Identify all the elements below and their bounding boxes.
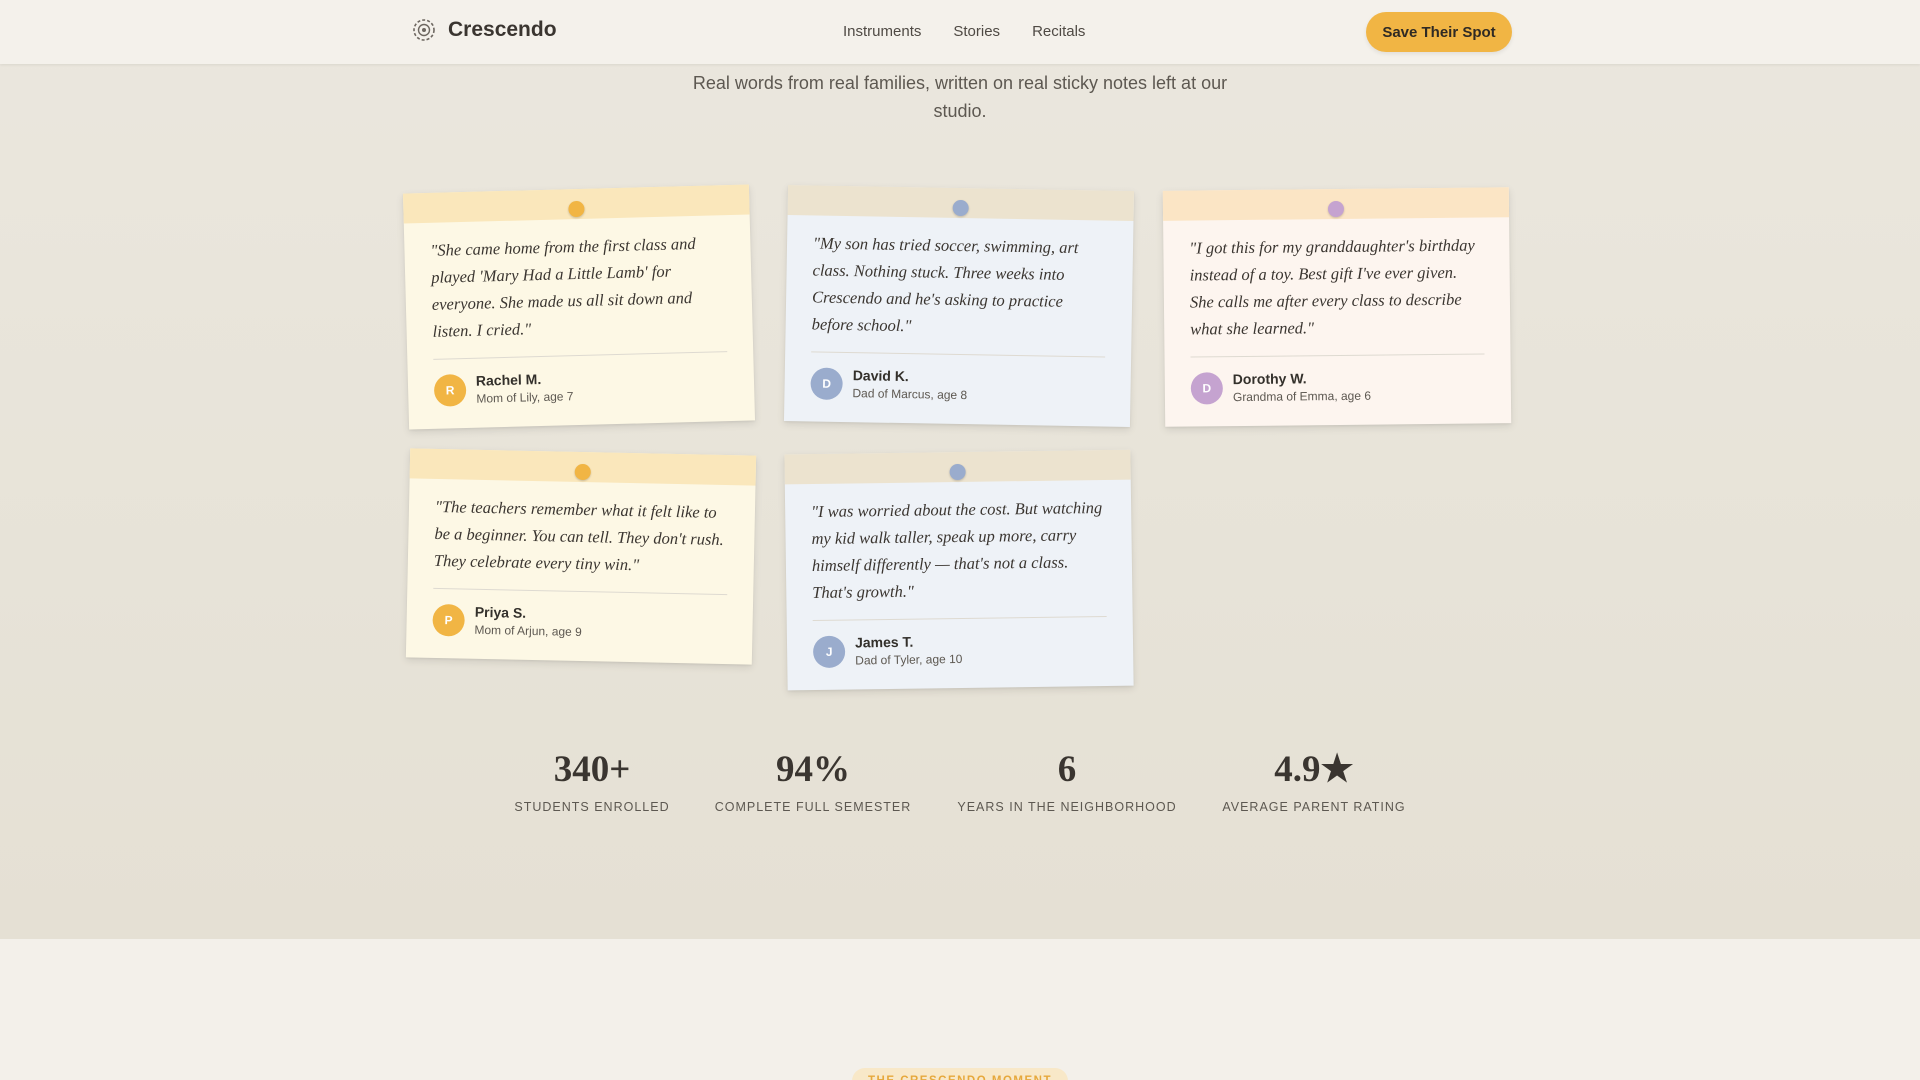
- stat-label: COMPLETE FULL SEMESTER: [714, 800, 912, 814]
- testimonial-author: R Rachel M. Mom of Lily, age 7: [407, 351, 755, 429]
- author-relation: Mom of Lily, age 7: [476, 389, 574, 406]
- author-relation: Dad of Tyler, age 10: [855, 651, 963, 668]
- pin-icon: [949, 463, 966, 481]
- gear-icon: [413, 19, 435, 41]
- section-subtitle: Real words from real families, written o…: [692, 73, 1228, 121]
- stat-label: STUDENTS ENROLLED: [514, 800, 670, 814]
- testimonial-note: "My son has tried soccer, swimming, art …: [783, 184, 1135, 428]
- stat-value: 4.9★: [1274, 749, 1354, 790]
- stat-label: YEARS IN THE NEIGHBORHOOD: [957, 800, 1177, 814]
- pin-icon: [1327, 200, 1345, 218]
- nav-links: Instruments Stories Recitals: [843, 23, 1085, 40]
- author-name: David K.: [852, 367, 909, 385]
- avatar: R: [433, 373, 467, 407]
- author-name: Rachel M.: [475, 371, 542, 389]
- avatar: D: [1190, 371, 1224, 405]
- author-relation: Mom of Arjun, age 9: [474, 622, 582, 640]
- stat-value: 340+: [553, 749, 631, 790]
- stat-completion: 94% COMPLETE FULL SEMESTER: [713, 749, 913, 814]
- nav-link-recitals[interactable]: Recitals: [1032, 23, 1085, 40]
- testimonial-quote: "I got this for my granddaughter's birth…: [1189, 235, 1475, 339]
- section-eyebrow: THE CRESCENDO MOMENT: [852, 1068, 1068, 1080]
- stat-value: 94%: [776, 749, 850, 790]
- stat-rating: 4.9★ AVERAGE PARENT RATING: [1219, 749, 1409, 814]
- avatar: P: [432, 603, 465, 637]
- author-relation: Dad of Marcus, age 8: [852, 386, 968, 403]
- author-name: James T.: [854, 633, 914, 651]
- brand-name: Crescendo: [448, 18, 557, 41]
- testimonial-note: "She came home from the first class and …: [402, 184, 756, 430]
- author-relation: Grandma of Emma, age 6: [1232, 388, 1372, 405]
- testimonial-quote: "The teachers remember what it felt like…: [433, 496, 724, 575]
- nav-link-instruments[interactable]: Instruments: [843, 23, 921, 40]
- testimonial-author: D David K. Dad of Marcus, age 8: [784, 352, 1131, 427]
- testimonial-quote: "I was worried about the cost. But watch…: [811, 497, 1103, 603]
- testimonial-note: "I was worried about the cost. But watch…: [784, 449, 1134, 691]
- testimonial-author: D Dorothy W. Grandma of Emma, age 6: [1165, 354, 1512, 427]
- stat-students: 340+ STUDENTS ENROLLED: [512, 749, 672, 814]
- stat-label: AVERAGE PARENT RATING: [1222, 800, 1406, 814]
- testimonial-author: J James T. Dad of Tyler, age 10: [787, 617, 1134, 691]
- stat-value: 6: [1057, 749, 1077, 790]
- top-nav: Crescendo Instruments Stories Recitals S…: [0, 0, 1920, 64]
- author-name: Priya S.: [474, 603, 527, 621]
- testimonial-quote: "She came home from the first class and …: [430, 233, 696, 341]
- save-spot-button[interactable]: Save Their Spot: [1366, 12, 1512, 52]
- testimonial-note: "The teachers remember what it felt like…: [405, 448, 757, 665]
- author-name: Dorothy W.: [1232, 370, 1307, 388]
- testimonial-author: P Priya S. Mom of Arjun, age 9: [406, 588, 753, 664]
- testimonial-note: "I got this for my granddaughter's birth…: [1162, 187, 1512, 427]
- stat-years: 6 YEARS IN THE NEIGHBORHOOD: [956, 749, 1178, 814]
- brand[interactable]: Crescendo: [412, 18, 557, 42]
- avatar: J: [812, 635, 846, 668]
- testimonial-quote: "My son has tried soccer, swimming, art …: [811, 233, 1079, 336]
- avatar: D: [810, 366, 843, 400]
- nav-link-stories[interactable]: Stories: [953, 23, 1000, 40]
